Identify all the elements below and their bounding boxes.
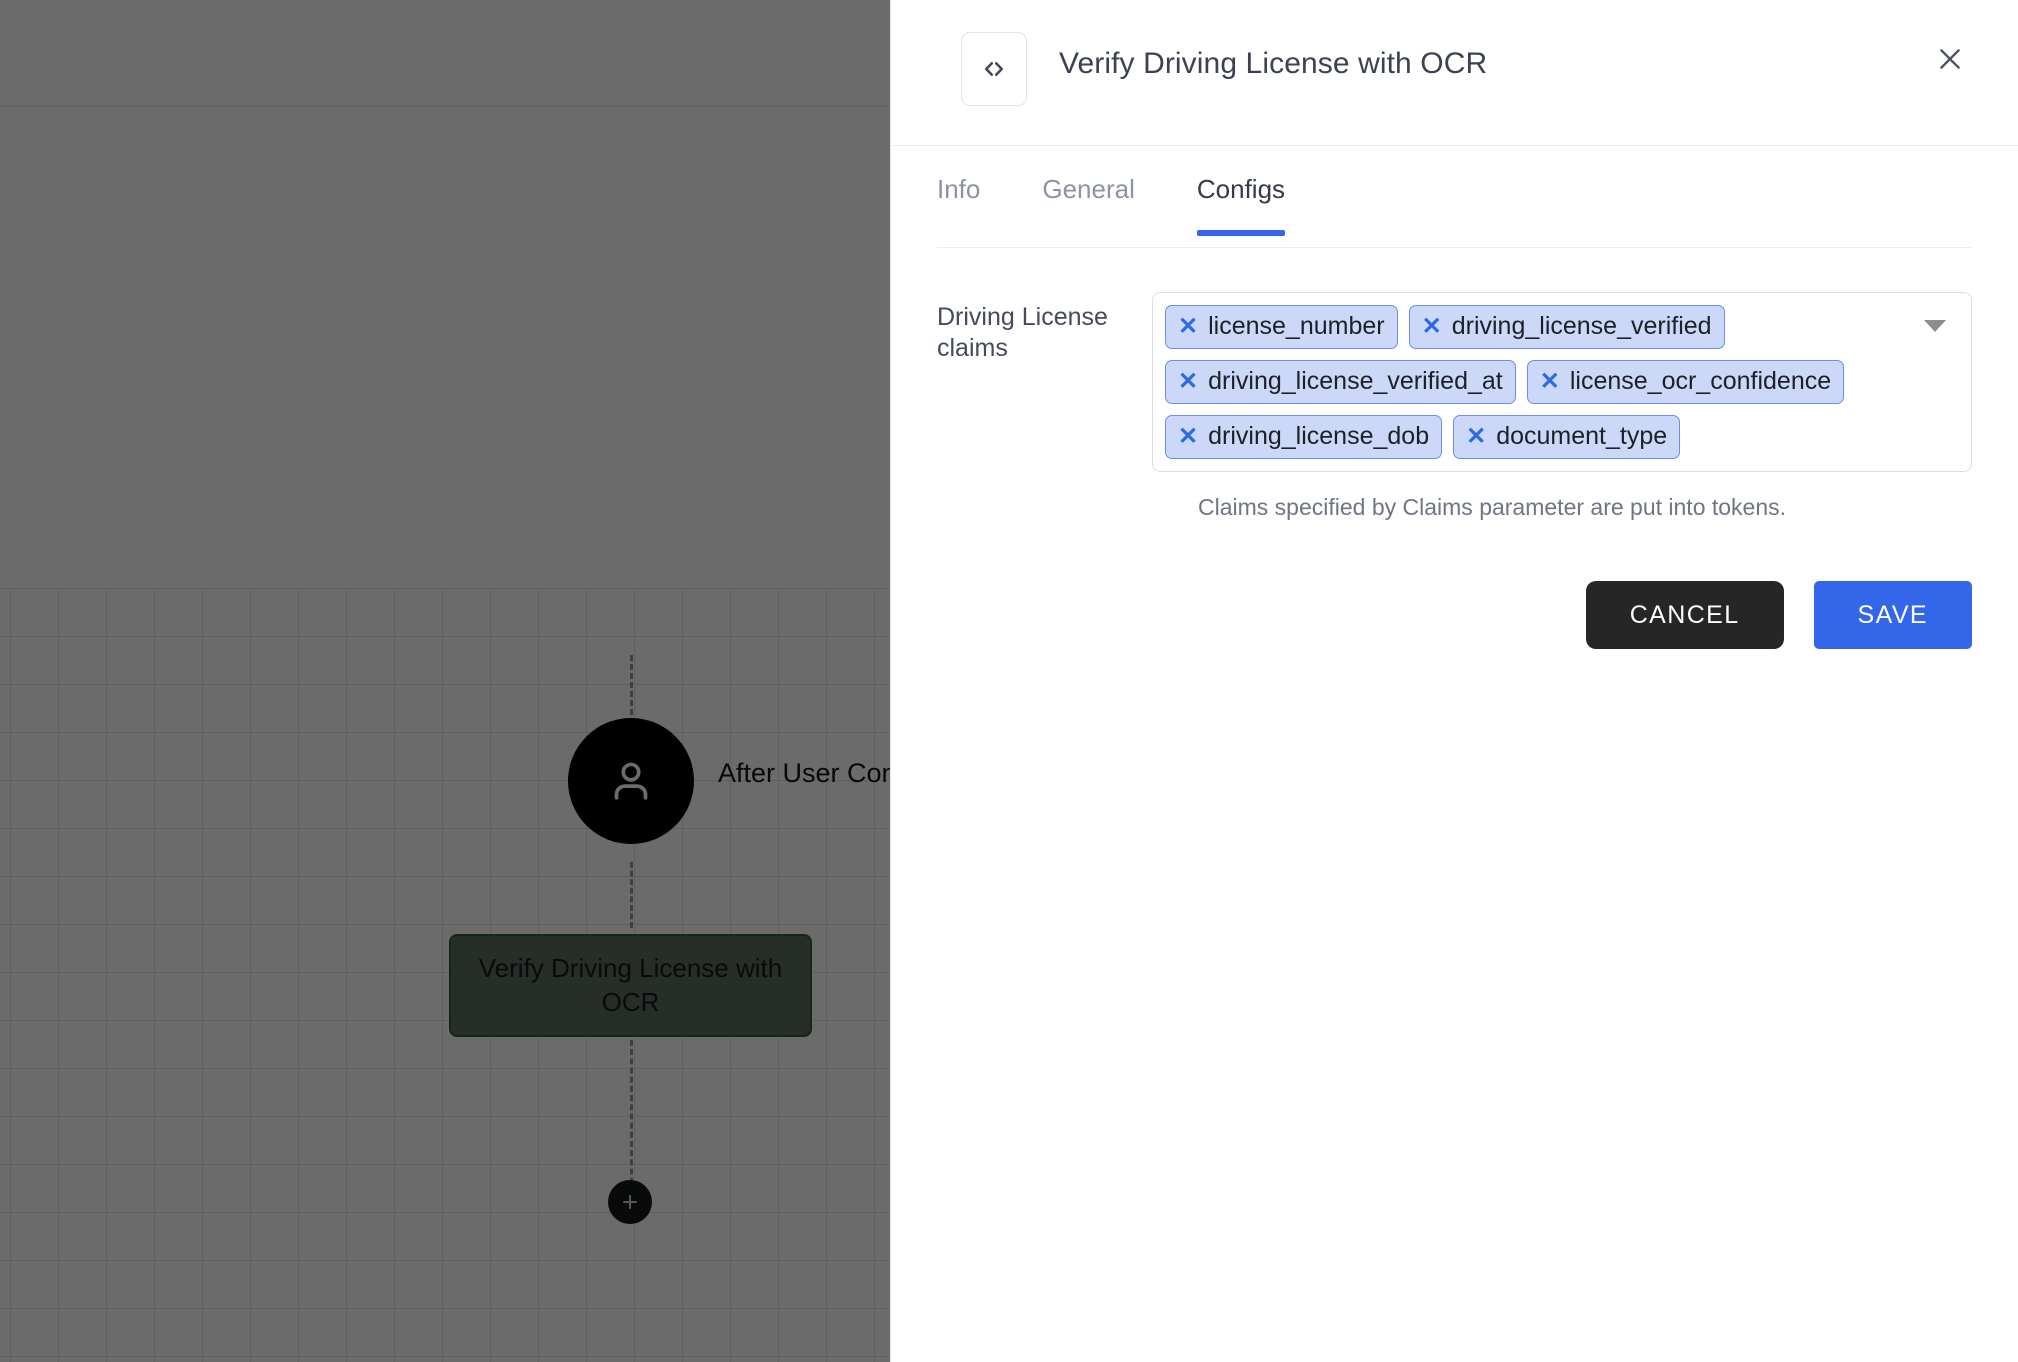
tab-info[interactable]: Info	[937, 174, 980, 235]
user-node[interactable]	[568, 718, 694, 844]
code-icon-container	[961, 32, 1027, 106]
claim-chip-label: driving_license_verified_at	[1208, 367, 1503, 395]
plus-icon	[619, 1191, 641, 1213]
claim-chip-label: license_number	[1208, 312, 1385, 340]
code-icon	[979, 54, 1009, 84]
claim-chip[interactable]: ✕ driving_license_dob	[1165, 415, 1443, 459]
config-side-panel: Verify Driving License with OCR Info Gen…	[890, 0, 2018, 1362]
panel-tabs: Info General Configs	[937, 146, 1972, 248]
close-button[interactable]	[1924, 33, 1976, 85]
page-title: Verify Driving License with OCR	[1059, 47, 1488, 80]
claim-chip-label: document_type	[1496, 422, 1668, 450]
user-node-label: After User Con	[718, 758, 890, 788]
claim-chip[interactable]: ✕ driving_license_verified_at	[1165, 360, 1516, 404]
close-icon[interactable]: ✕	[1178, 369, 1198, 394]
close-icon[interactable]: ✕	[1422, 314, 1442, 339]
ocr-verification-node[interactable]: Verify Driving License with OCR	[449, 934, 812, 1037]
claim-chip[interactable]: ✕ license_number	[1165, 305, 1398, 349]
claims-multiselect[interactable]: ✕ license_number ✕ driving_license_verif…	[1152, 292, 1972, 472]
flow-canvas[interactable]: OCR ser. It can be After User Con Verify…	[0, 0, 890, 1362]
claim-chip-label: license_ocr_confidence	[1569, 367, 1832, 395]
claims-helper-text: Claims specified by Claims parameter are…	[1198, 494, 1787, 520]
panel-header: Verify Driving License with OCR	[891, 0, 2018, 146]
close-icon	[1934, 43, 1966, 75]
claim-chip[interactable]: ✕ document_type	[1453, 415, 1681, 459]
claims-form-row: Driving License claims ✕ license_number …	[891, 248, 2018, 472]
panel-actions: CANCEL SAVE	[937, 581, 1972, 649]
claim-chip[interactable]: ✕ license_ocr_confidence	[1526, 360, 1845, 404]
ocr-node-label: Verify Driving License with OCR	[478, 952, 783, 1017]
claim-chip-label: driving_license_dob	[1208, 422, 1430, 450]
user-icon	[603, 753, 659, 809]
claim-chip[interactable]: ✕ driving_license_verified	[1408, 305, 1725, 349]
cancel-button[interactable]: CANCEL	[1585, 581, 1784, 649]
flow-edge-middle	[630, 862, 633, 928]
close-icon[interactable]: ✕	[1540, 369, 1560, 394]
tab-configs[interactable]: Configs	[1196, 174, 1286, 236]
claim-chip-label: driving_license_verified	[1451, 312, 1712, 340]
flow-edge-bottom	[630, 1040, 633, 1202]
close-icon[interactable]: ✕	[1466, 424, 1486, 449]
close-icon[interactable]: ✕	[1178, 424, 1198, 449]
close-icon[interactable]: ✕	[1178, 314, 1198, 339]
chevron-down-icon[interactable]	[1924, 320, 1946, 332]
tab-general[interactable]: General	[1042, 174, 1135, 235]
claims-field-wrapper: ✕ license_number ✕ driving_license_verif…	[1152, 292, 1972, 472]
add-step-button[interactable]	[608, 1180, 652, 1224]
save-button[interactable]: SAVE	[1813, 581, 1972, 649]
claims-field-label: Driving License claims	[937, 303, 1108, 362]
background-detail-card: OCR ser. It can be	[0, 106, 890, 588]
